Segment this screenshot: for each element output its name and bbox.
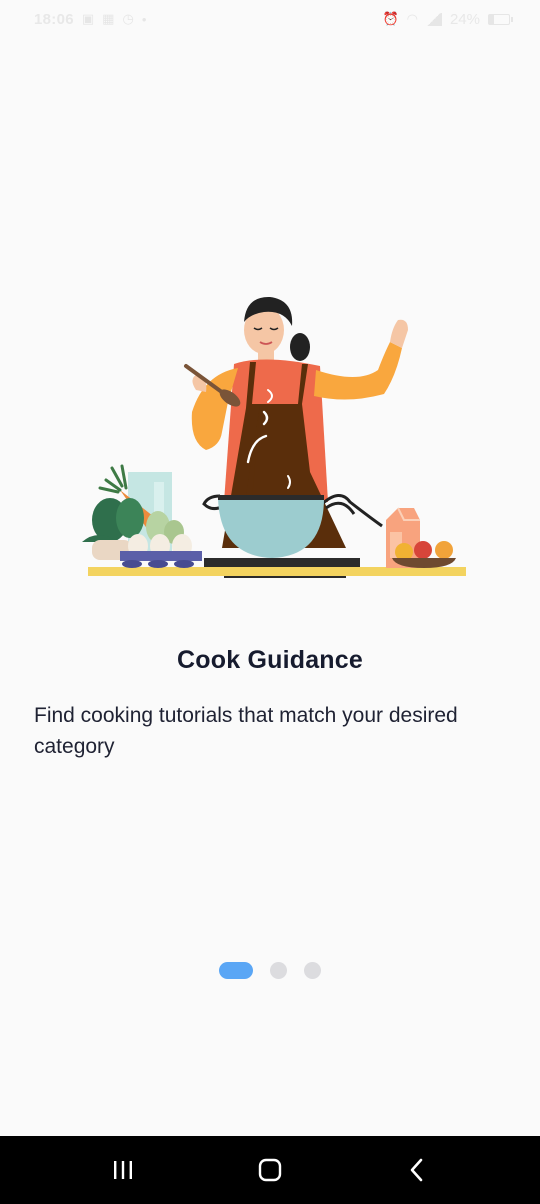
dot-icon: • bbox=[141, 11, 147, 27]
wifi-icon: ◠ bbox=[406, 11, 418, 26]
page-indicator bbox=[0, 962, 540, 979]
alarm-icon: ⏰ bbox=[382, 11, 399, 26]
egg-tray bbox=[120, 534, 202, 568]
pot-body bbox=[218, 498, 324, 558]
recent-apps-button[interactable] bbox=[93, 1140, 153, 1200]
clock-icon: ◷ bbox=[122, 11, 134, 26]
navigation-bar bbox=[0, 1136, 540, 1204]
status-bar-right: ⏰ ◠ 24% bbox=[382, 10, 513, 28]
onboarding-screen: 18:06 ▣ ▦ ◷ • ⏰ ◠ 24% Cook Guidance Find… bbox=[0, 0, 540, 1204]
calendar-icon: ▦ bbox=[102, 11, 115, 26]
page-dot-3[interactable] bbox=[304, 962, 321, 979]
home-icon bbox=[258, 1158, 282, 1182]
fruit-bowl bbox=[392, 541, 456, 568]
onboarding-description: Find cooking tutorials that match your d… bbox=[34, 704, 458, 758]
battery-icon bbox=[488, 13, 513, 25]
status-bar: 18:06 ▣ ▦ ◷ • ⏰ ◠ 24% bbox=[0, 0, 540, 38]
home-button[interactable] bbox=[240, 1140, 300, 1200]
back-button[interactable] bbox=[387, 1140, 447, 1200]
stove bbox=[204, 558, 360, 567]
signal-icon bbox=[425, 12, 442, 26]
status-time: 18:06 bbox=[34, 10, 74, 28]
counter-shelf bbox=[88, 567, 466, 576]
counter-shadow bbox=[224, 576, 346, 578]
onboarding-title: Cook Guidance bbox=[177, 646, 363, 674]
page-dot-1[interactable] bbox=[219, 962, 253, 979]
image-icon: ▣ bbox=[81, 11, 95, 26]
page-dot-2[interactable] bbox=[270, 962, 287, 979]
battery-percent: 24% bbox=[449, 10, 480, 28]
cooking-illustration bbox=[82, 296, 466, 578]
chef-raised-arm bbox=[314, 342, 402, 400]
back-icon bbox=[410, 1158, 422, 1182]
recent-apps-icon bbox=[114, 1161, 133, 1179]
status-bar-left: 18:06 ▣ ▦ ◷ • bbox=[34, 11, 146, 28]
